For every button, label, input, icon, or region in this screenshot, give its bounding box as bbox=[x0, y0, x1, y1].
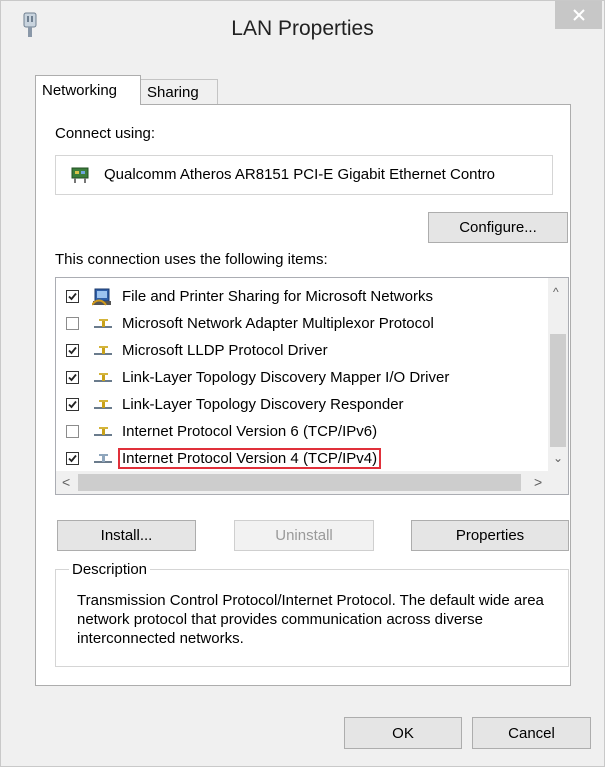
checkmark-icon bbox=[68, 346, 77, 355]
list-item[interactable]: File and Printer Sharing for Microsoft N… bbox=[56, 284, 546, 311]
install-button[interactable]: Install... bbox=[57, 520, 196, 551]
protocol-icon bbox=[94, 373, 112, 382]
horizontal-scrollbar[interactable]: < > bbox=[56, 471, 568, 494]
list-item[interactable]: Microsoft Network Adapter Multiplexor Pr… bbox=[56, 311, 546, 338]
description-legend: Description bbox=[69, 561, 151, 578]
list-item[interactable]: Link-Layer Topology Discovery Mapper I/O… bbox=[56, 365, 546, 392]
checkbox[interactable] bbox=[66, 317, 79, 330]
protocol-icon bbox=[94, 454, 112, 463]
scroll-up-icon[interactable]: ^ bbox=[553, 286, 559, 298]
tab-networking-label: Networking bbox=[42, 82, 118, 99]
vertical-scroll-thumb[interactable] bbox=[550, 334, 566, 447]
checkmark-icon bbox=[68, 373, 77, 382]
protocol-icon bbox=[94, 319, 112, 328]
checkbox[interactable] bbox=[66, 398, 79, 411]
list-item[interactable]: Internet Protocol Version 4 (TCP/IPv4) bbox=[56, 446, 546, 473]
horizontal-scroll-thumb[interactable] bbox=[78, 474, 521, 491]
network-adapter-icon bbox=[71, 167, 89, 183]
checkbox[interactable] bbox=[66, 290, 79, 303]
scroll-left-icon[interactable]: < bbox=[62, 475, 70, 489]
list-item[interactable]: Internet Protocol Version 6 (TCP/IPv6) bbox=[56, 419, 546, 446]
title-bar[interactable]: LAN Properties bbox=[1, 1, 604, 59]
scroll-right-icon[interactable]: > bbox=[534, 475, 542, 489]
checkmark-icon bbox=[68, 292, 77, 301]
adapter-field: Qualcomm Atheros AR8151 PCI-E Gigabit Et… bbox=[55, 155, 553, 195]
checkmark-icon bbox=[68, 454, 77, 463]
connect-using-label: Connect using: bbox=[55, 125, 156, 142]
checkbox[interactable] bbox=[66, 452, 79, 465]
lan-properties-dialog: LAN Properties Networking Sharing Connec… bbox=[0, 0, 605, 767]
list-item[interactable]: Link-Layer Topology Discovery Responder bbox=[56, 392, 546, 419]
checkbox[interactable] bbox=[66, 371, 79, 384]
window-title: LAN Properties bbox=[231, 17, 374, 40]
list-item-label: Microsoft Network Adapter Multiplexor Pr… bbox=[122, 315, 434, 332]
vertical-scrollbar[interactable]: ^ ⌄ bbox=[548, 278, 568, 471]
tab-networking[interactable]: Networking bbox=[35, 75, 141, 105]
list-item-label: Internet Protocol Version 6 (TCP/IPv6) bbox=[122, 423, 378, 440]
close-button[interactable] bbox=[555, 1, 602, 29]
protocol-icon bbox=[94, 346, 112, 355]
protocol-icon bbox=[94, 427, 112, 436]
cancel-button[interactable]: Cancel bbox=[472, 717, 591, 749]
close-icon bbox=[572, 9, 585, 21]
checkmark-icon bbox=[68, 400, 77, 409]
properties-button[interactable]: Properties bbox=[411, 520, 569, 551]
description-text: Transmission Control Protocol/Internet P… bbox=[77, 592, 544, 647]
protocol-icon bbox=[94, 400, 112, 409]
list-item-label: Link-Layer Topology Discovery Responder bbox=[122, 396, 404, 413]
components-list[interactable]: File and Printer Sharing for Microsoft N… bbox=[55, 277, 569, 495]
checkbox[interactable] bbox=[66, 425, 79, 438]
items-label: This connection uses the following items… bbox=[55, 251, 328, 268]
list-item-label: Microsoft LLDP Protocol Driver bbox=[122, 342, 328, 359]
tab-sharing-label: Sharing bbox=[147, 84, 199, 101]
scroll-down-icon[interactable]: ⌄ bbox=[553, 452, 563, 464]
uninstall-button[interactable]: Uninstall bbox=[234, 520, 374, 551]
configure-button[interactable]: Configure... bbox=[428, 212, 568, 243]
list-item-label: File and Printer Sharing for Microsoft N… bbox=[122, 288, 433, 305]
list-item-label: Internet Protocol Version 4 (TCP/IPv4) bbox=[117, 448, 382, 469]
checkbox[interactable] bbox=[66, 344, 79, 357]
list-item[interactable]: Microsoft LLDP Protocol Driver bbox=[56, 338, 546, 365]
printer-share-icon bbox=[92, 288, 111, 306]
list-item-label: Link-Layer Topology Discovery Mapper I/O… bbox=[122, 369, 450, 386]
tab-sharing[interactable]: Sharing bbox=[141, 79, 218, 105]
adapter-name: Qualcomm Atheros AR8151 PCI-E Gigabit Et… bbox=[104, 166, 496, 183]
ok-button[interactable]: OK bbox=[344, 717, 462, 749]
